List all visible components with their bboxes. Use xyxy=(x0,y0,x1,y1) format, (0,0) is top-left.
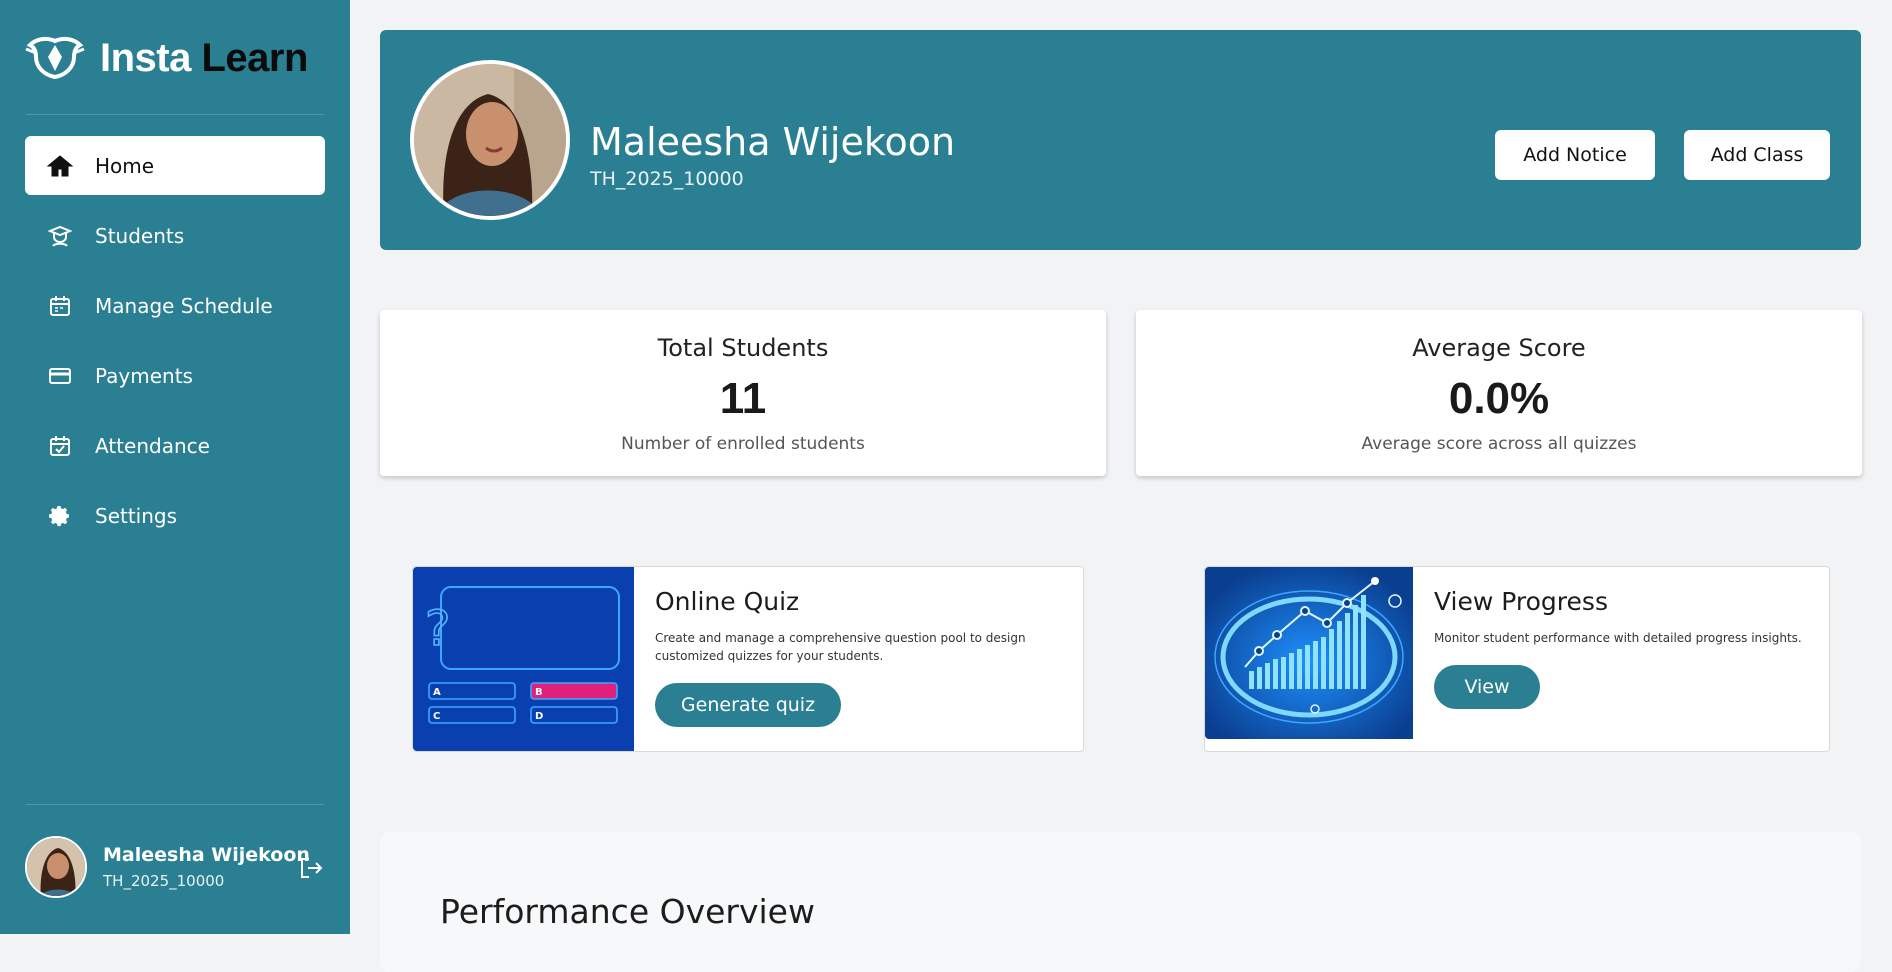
stat-value: 0.0% xyxy=(1448,374,1550,423)
sidebar-item-label: Payments xyxy=(95,363,193,388)
feature-description: Create and manage a comprehensive questi… xyxy=(655,631,1026,663)
view-progress-button[interactable]: View xyxy=(1434,665,1540,709)
feature-card-view-progress: View Progress Monitor student performanc… xyxy=(1204,566,1830,752)
logo-word-learn: Learn xyxy=(201,36,308,80)
student-icon xyxy=(45,223,75,249)
stat-subtitle: Average score across all quizzes xyxy=(1361,434,1637,454)
sidebar-item-manage-schedule[interactable]: Manage Schedule xyxy=(25,276,325,335)
quiz-option-c: C xyxy=(433,711,440,722)
feature-title: View Progress xyxy=(1434,587,1608,616)
stat-card-average-score: Average Score 0.0% Average score across … xyxy=(1136,310,1862,476)
user-info: Maleesha Wijekoon TH_2025_10000 xyxy=(103,843,310,891)
avatar[interactable] xyxy=(25,836,87,898)
feature-description: Monitor student performance with detaile… xyxy=(1434,631,1802,645)
sidebar-item-label: Settings xyxy=(95,503,178,528)
calendar-icon xyxy=(45,293,75,319)
add-class-button[interactable]: Add Class xyxy=(1684,130,1830,180)
logo-mark-icon xyxy=(25,36,85,80)
home-icon xyxy=(45,153,75,179)
user-name: Maleesha Wijekoon xyxy=(103,844,310,866)
logo-word-insta: Insta xyxy=(100,36,191,80)
user-id: TH_2025_10000 xyxy=(103,872,225,890)
svg-text:?: ? xyxy=(425,601,450,657)
quiz-illustration: ? A B C D xyxy=(413,567,634,751)
sidebar-item-students[interactable]: Students xyxy=(25,206,325,265)
sidebar-item-label: Manage Schedule xyxy=(95,293,273,318)
quiz-option-b: B xyxy=(535,687,543,698)
sidebar: Insta Learn Home Students Manage Schedul… xyxy=(0,0,350,934)
sidebar-nav: Home Students Manage Schedule Payments A… xyxy=(25,136,325,556)
sidebar-item-label: Attendance xyxy=(95,433,210,458)
sidebar-divider xyxy=(26,114,324,115)
sidebar-item-label: Home xyxy=(95,153,155,178)
feature-card-online-quiz: ? A B C D Online Quiz Create and manage … xyxy=(412,566,1084,752)
sidebar-item-home[interactable]: Home xyxy=(25,136,325,195)
app-logo[interactable]: Insta Learn xyxy=(24,30,308,86)
logo-text: Insta Learn xyxy=(100,38,308,78)
generate-quiz-button[interactable]: Generate quiz xyxy=(655,683,841,727)
add-notice-button[interactable]: Add Notice xyxy=(1495,130,1655,180)
profile-avatar[interactable] xyxy=(410,60,570,220)
progress-illustration xyxy=(1205,567,1413,739)
stat-subtitle: Number of enrolled students xyxy=(621,434,865,454)
profile-name: Maleesha Wijekoon xyxy=(590,120,956,164)
credit-card-icon xyxy=(45,363,75,389)
sidebar-item-attendance[interactable]: Attendance xyxy=(25,416,325,475)
sidebar-item-settings[interactable]: Settings xyxy=(25,486,325,545)
stat-title: Average Score xyxy=(1412,334,1586,362)
sidebar-item-label: Students xyxy=(95,223,185,248)
quiz-option-a: A xyxy=(433,687,441,698)
quiz-option-d: D xyxy=(535,711,543,722)
stat-value: 11 xyxy=(719,374,767,423)
gear-icon xyxy=(45,503,75,529)
calendar-check-icon xyxy=(45,433,75,459)
stat-title: Total Students xyxy=(657,334,829,362)
profile-id: TH_2025_10000 xyxy=(590,168,744,190)
performance-overview-section: Performance Overview xyxy=(380,832,1861,972)
sidebar-divider xyxy=(26,804,324,805)
stat-card-total-students: Total Students 11 Number of enrolled stu… xyxy=(380,310,1106,476)
logout-icon[interactable] xyxy=(297,854,325,882)
profile-banner: Maleesha Wijekoon TH_2025_10000 Add Noti… xyxy=(380,30,1861,250)
feature-title: Online Quiz xyxy=(655,587,800,616)
sidebar-item-payments[interactable]: Payments xyxy=(25,346,325,405)
section-title: Performance Overview xyxy=(440,892,815,931)
sidebar-user-profile[interactable]: Maleesha Wijekoon TH_2025_10000 xyxy=(25,836,330,898)
